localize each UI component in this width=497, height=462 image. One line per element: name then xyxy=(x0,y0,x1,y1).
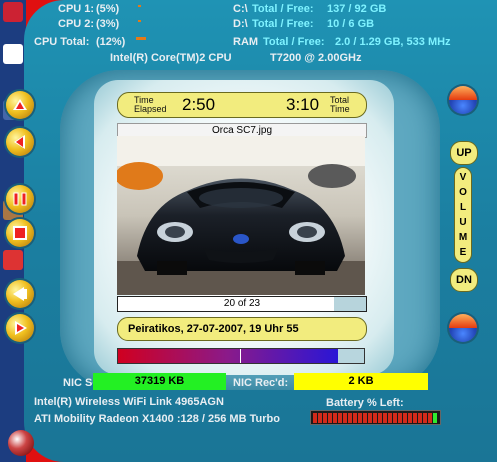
battery-cell xyxy=(428,412,432,423)
elapsed-label-2: Elapsed xyxy=(134,104,167,114)
orb-icon xyxy=(449,86,477,100)
drive-c-label: C:\ xyxy=(233,3,248,15)
time-display: Time Elapsed 2:50 3:10 Total Time xyxy=(117,92,367,118)
drive-d-value: 10 / 6 GB xyxy=(327,18,375,30)
cpu-total-value: (12%) xyxy=(96,36,126,48)
battery-cell xyxy=(398,412,402,423)
ram-label: RAM xyxy=(233,36,259,48)
battery-cell xyxy=(328,412,332,423)
time-elapsed: 2:50 xyxy=(182,95,216,114)
battery-meter xyxy=(310,410,441,425)
battery-cell xyxy=(348,412,352,423)
battery-cell xyxy=(423,412,427,423)
nic-send-value: 37319 KB xyxy=(93,373,226,390)
battery-cell xyxy=(408,412,412,423)
triangle-up-icon xyxy=(13,99,27,110)
battery-cell xyxy=(373,412,377,423)
battery-cell xyxy=(318,412,322,423)
cpu2-value: (3%) xyxy=(96,18,120,30)
battery-cell xyxy=(383,412,387,423)
stop-button[interactable] xyxy=(6,219,34,247)
cpu2-level-bar xyxy=(138,20,141,22)
drive-c-text: Total / Free: xyxy=(252,3,314,15)
cpu1-value: (5%) xyxy=(96,3,120,15)
orb-bottom-button[interactable] xyxy=(449,314,477,342)
battery-cell xyxy=(323,412,327,423)
volume-label: VOLUME xyxy=(454,167,472,263)
app-logo-icon[interactable] xyxy=(8,430,34,456)
battery-cell xyxy=(368,412,372,423)
battery-cell xyxy=(378,412,382,423)
battery-cell xyxy=(313,412,317,423)
cpu1-label: CPU 1: xyxy=(58,3,95,15)
pause-icon xyxy=(13,192,27,206)
battery-cell xyxy=(433,412,437,423)
nic-recd-value: 2 KB xyxy=(294,373,428,390)
stop-icon xyxy=(13,226,27,240)
battery-cell xyxy=(353,412,357,423)
orb-top-button[interactable] xyxy=(449,86,477,114)
image-counter: 20 of 23 xyxy=(117,296,367,312)
drive-d-text: Total / Free: xyxy=(252,18,314,30)
battery-cell xyxy=(393,412,397,423)
battery-cell xyxy=(343,412,347,423)
volume-letter: U xyxy=(459,217,467,228)
battery-cell xyxy=(333,412,337,423)
play-button[interactable] xyxy=(6,314,34,342)
total-label-2: Time xyxy=(330,104,350,114)
volume-letter: O xyxy=(459,187,467,198)
wifi-adapter: Intel(R) Wireless WiFi Link 4965AGN xyxy=(34,396,224,408)
rewind-button[interactable] xyxy=(6,128,34,156)
progress-bar[interactable] xyxy=(117,348,365,364)
gpu-info: ATI Mobility Radeon X1400 :128 / 256 MB … xyxy=(34,413,280,425)
arrow-left-icon xyxy=(13,287,27,301)
triangle-left-icon xyxy=(14,135,25,149)
cpu-total-level-bar xyxy=(136,37,146,40)
counter-text: 20 of 23 xyxy=(223,298,261,309)
battery-cell xyxy=(388,412,392,423)
battery-cell xyxy=(358,412,362,423)
nic-recd-label: NIC Rec'd: xyxy=(233,377,289,389)
battery-cell xyxy=(338,412,342,423)
volume-letter: V xyxy=(459,172,467,183)
volume-up-button[interactable]: UP xyxy=(450,141,478,165)
cpu2-label: CPU 2: xyxy=(58,18,95,30)
progress-fill xyxy=(118,349,339,363)
pause-button[interactable] xyxy=(6,185,34,213)
orb-icon xyxy=(449,314,477,328)
cpu-total-label: CPU Total: xyxy=(34,36,90,48)
cpu-model: T7200 @ 2.00GHz xyxy=(270,52,362,64)
previous-track-button[interactable] xyxy=(6,91,34,119)
ram-value: 2.0 / 1.29 GB, 533 MHz xyxy=(335,36,451,48)
system-info-panel: CPU 1: (5%) CPU 2: (3%) CPU Total: (12%)… xyxy=(0,0,497,66)
cpu1-level-bar xyxy=(138,5,141,7)
volume-letter: E xyxy=(459,247,467,258)
drive-c-value: 137 / 92 GB xyxy=(327,3,387,15)
car-photo xyxy=(117,136,365,295)
back-button[interactable] xyxy=(6,280,34,308)
total-time: 3:10 xyxy=(286,95,320,114)
battery-label: Battery % Left: xyxy=(326,397,404,409)
photo-viewer[interactable] xyxy=(117,136,365,295)
progress-marker xyxy=(240,349,241,363)
battery-cell xyxy=(363,412,367,423)
volume-down-button[interactable]: DN xyxy=(450,268,478,292)
image-caption: Peiratikos, 27-07-2007, 19 Uhr 55 xyxy=(117,317,367,341)
battery-cell xyxy=(403,412,407,423)
desktop-shortcut-icon[interactable] xyxy=(3,250,23,270)
volume-letter: L xyxy=(459,202,467,213)
drive-d-label: D:\ xyxy=(233,18,248,30)
play-icon xyxy=(15,321,27,335)
caption-text: Peiratikos, 27-07-2007, 19 Uhr 55 xyxy=(128,323,299,335)
volume-letter: M xyxy=(458,232,468,243)
battery-cell xyxy=(418,412,422,423)
ram-text: Total / Free: xyxy=(263,36,325,48)
cpu-name: Intel(R) Core(TM)2 CPU xyxy=(110,52,232,64)
battery-cell xyxy=(413,412,417,423)
